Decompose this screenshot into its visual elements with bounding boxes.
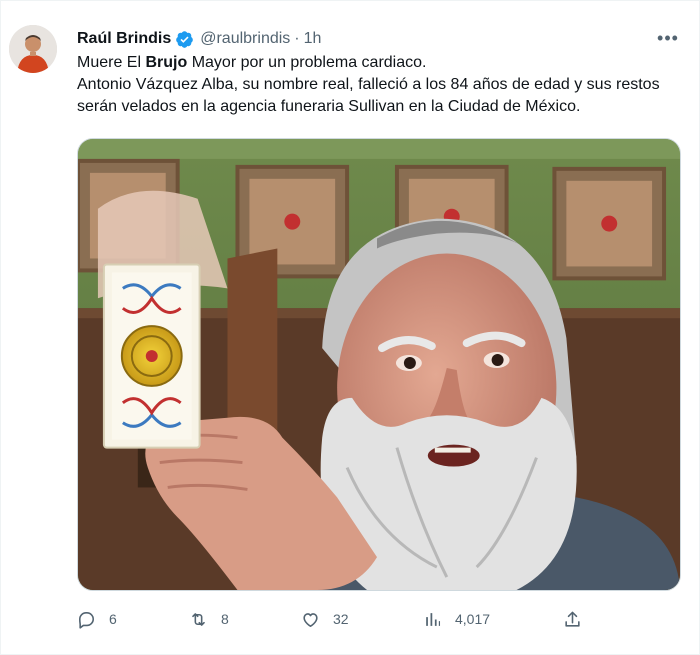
tweet-photo[interactable] — [77, 138, 681, 591]
retweet-count: 8 — [221, 611, 229, 627]
views-button[interactable]: 4,017 — [423, 601, 490, 637]
verified-badge-icon[interactable] — [175, 30, 194, 49]
retweet-button[interactable]: 8 — [189, 601, 229, 637]
reply-count: 6 — [109, 611, 117, 627]
author-handle[interactable]: @raulbrindis — [200, 30, 290, 48]
profile-avatar-icon — [9, 25, 57, 73]
tweet-card: Raúl Brindis @raulbrindis · 1h ••• Muere… — [0, 0, 700, 655]
tweet-timestamp[interactable]: 1h — [304, 30, 322, 48]
tweet-text: Muere El Brujo Mayor por un problema car… — [77, 52, 687, 118]
text-bold-segment: Brujo — [145, 54, 188, 71]
more-options-icon[interactable]: ••• — [656, 26, 680, 50]
retweet-icon — [192, 612, 205, 626]
text-segment: Mayor por un problema cardiaco. — [187, 54, 427, 71]
like-button[interactable]: 32 — [301, 601, 349, 637]
text-segment: Muere El — [77, 54, 146, 71]
tweet-header: Raúl Brindis @raulbrindis · 1h — [77, 28, 321, 50]
tweet-actions: 6 8 32 4,017 — [77, 601, 597, 637]
tweet-text-line2: Antonio Vázquez Alba, su nombre real, fa… — [77, 76, 660, 115]
reply-icon — [78, 611, 95, 629]
author-avatar[interactable] — [9, 25, 57, 73]
share-button[interactable] — [563, 601, 582, 637]
photo-man-holding-tarot-card-icon — [78, 139, 680, 590]
analytics-icon — [426, 612, 441, 626]
views-count: 4,017 — [455, 611, 491, 627]
separator-dot: · — [294, 30, 300, 47]
reply-button[interactable]: 6 — [77, 601, 117, 637]
like-count: 32 — [333, 611, 349, 627]
share-icon — [565, 611, 580, 627]
heart-icon — [303, 612, 318, 627]
author-display-name[interactable]: Raúl Brindis — [77, 30, 171, 48]
tweet-text-line1: Muere El Brujo Mayor por un problema car… — [77, 52, 687, 74]
